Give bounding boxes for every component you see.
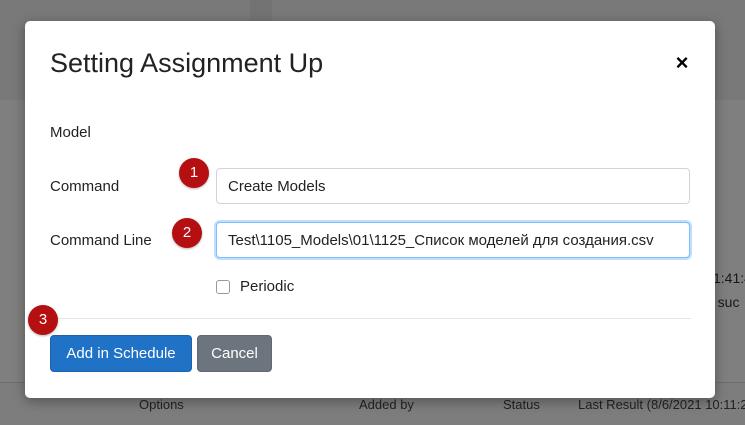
annotation-badge-3: 3 bbox=[28, 305, 58, 335]
modal-header: Setting Assignment Up × bbox=[25, 21, 715, 98]
model-label: Model bbox=[50, 124, 91, 141]
command-line-field[interactable] bbox=[216, 222, 690, 258]
periodic-label[interactable]: Periodic bbox=[240, 278, 294, 295]
periodic-checkbox[interactable] bbox=[216, 280, 230, 294]
modal-title: Setting Assignment Up bbox=[50, 48, 324, 78]
add-in-schedule-button[interactable]: Add in Schedule bbox=[50, 335, 192, 372]
cancel-button[interactable]: Cancel bbox=[197, 335, 272, 372]
setting-assignment-dialog: Setting Assignment Up × Model Command 1 … bbox=[25, 21, 715, 398]
command-line-label: Command Line bbox=[50, 232, 152, 249]
annotation-badge-1: 1 bbox=[179, 158, 209, 188]
command-field[interactable] bbox=[216, 168, 690, 204]
close-button[interactable]: × bbox=[670, 51, 694, 75]
command-label: Command bbox=[50, 178, 120, 195]
annotation-badge-2: 2 bbox=[172, 218, 202, 248]
footer-divider bbox=[50, 318, 691, 319]
